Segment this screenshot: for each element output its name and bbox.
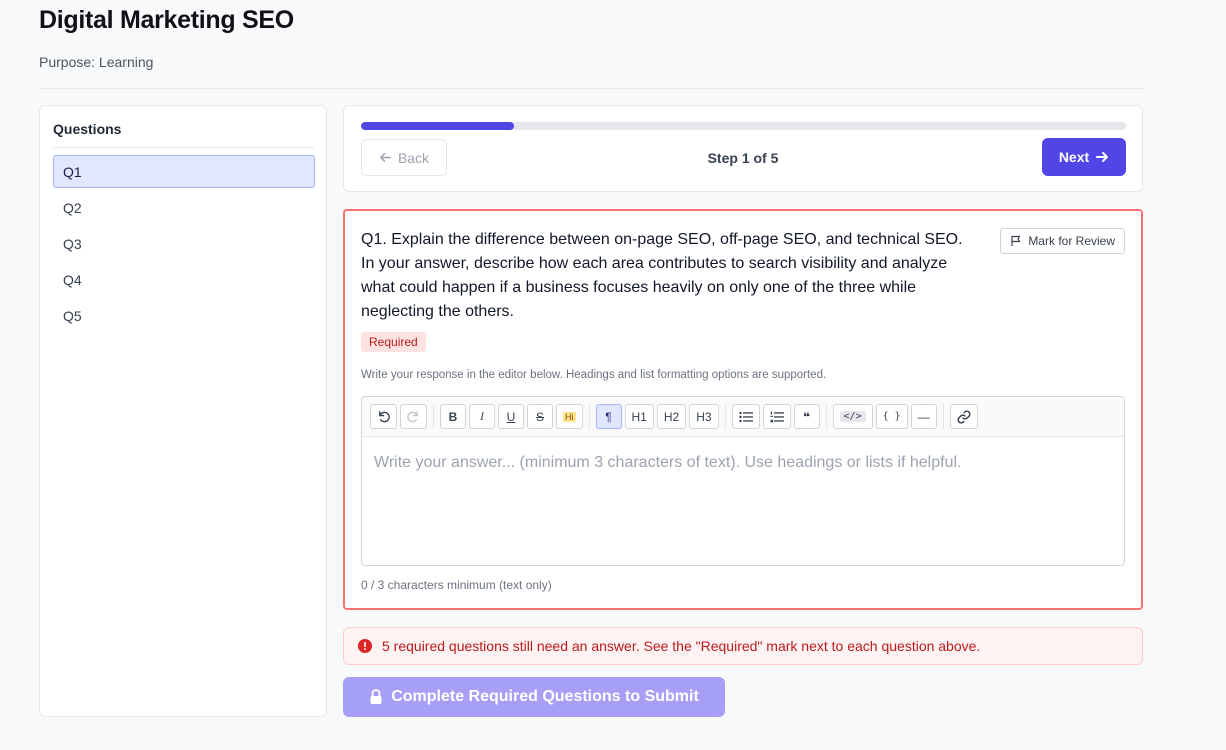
redo-button[interactable] [400,404,427,429]
sidebar-item-q4[interactable]: Q4 [53,263,315,296]
progress-fill [361,122,514,130]
flag-icon [1011,235,1021,246]
question-list: Q1 Q2 Q3 Q4 Q5 [53,155,315,335]
step-navigation: Back Step 1 of 5 Next [343,105,1143,192]
link-button[interactable] [949,404,978,429]
underline-button[interactable]: U [498,404,524,429]
mark-for-review-label: Mark for Review [1028,234,1115,248]
mark-for-review-button[interactable]: Mark for Review [1000,228,1125,254]
page-title: Digital Marketing SEO [39,6,294,34]
undo-button[interactable] [370,404,397,429]
question-text: Q1. Explain the difference between on-pa… [361,231,963,320]
header-divider [39,88,1143,89]
editor-toolbar: B I U S Hi ¶ H1 H2 H3 ❝ </> { } — [362,397,1124,437]
toolbar-separator [825,404,827,429]
code-block-button[interactable]: { } [875,404,908,429]
alert-circle-icon [358,639,372,653]
heading-1-button[interactable]: H1 [624,404,654,429]
undo-icon [379,411,390,423]
strikethrough-button[interactable]: S [527,404,553,429]
highlight-button[interactable]: Hi [556,404,583,429]
italic-button[interactable]: I [469,404,495,429]
alert-message: 5 required questions still need an answe… [382,638,981,654]
blockquote-button[interactable]: ❝ [793,404,820,429]
rich-text-editor: B I U S Hi ¶ H1 H2 H3 ❝ </> { } — Write … [361,396,1125,566]
highlight-label: Hi [563,411,576,422]
paragraph-button[interactable]: ¶ [595,404,622,429]
required-questions-alert: 5 required questions still need an answe… [343,627,1143,665]
sidebar-item-q3[interactable]: Q3 [53,227,315,260]
character-count: 0 / 3 characters minimum (text only) [361,578,552,592]
answer-editor-input[interactable]: Write your answer... (minimum 3 characte… [362,437,1124,489]
questions-sidebar: Questions Q1 Q2 Q3 Q4 Q5 [39,105,327,717]
toolbar-separator [588,404,590,429]
bold-button[interactable]: B [440,404,466,429]
sidebar-item-q1[interactable]: Q1 [53,155,315,188]
submit-button[interactable]: Complete Required Questions to Submit [343,677,725,717]
toolbar-separator [942,404,944,429]
link-icon [957,409,971,424]
bullet-list-icon [738,411,753,422]
required-badge: Required [361,332,426,352]
horizontal-rule-button[interactable]: — [910,404,937,429]
next-button-label: Next [1058,149,1090,165]
lock-icon [370,689,382,704]
purpose-label: Purpose: Learning [39,54,154,70]
sidebar-item-q2[interactable]: Q2 [53,191,315,224]
inline-code-label: </> [839,411,866,422]
progress-bar [361,122,1126,130]
next-button[interactable]: Next [1042,138,1126,176]
sidebar-title: Questions [53,121,122,137]
heading-2-button[interactable]: H2 [656,404,687,429]
inline-code-button[interactable]: </> [832,404,873,429]
sidebar-divider [53,147,314,148]
arrow-right-icon [1096,152,1109,162]
ordered-list-icon [770,411,784,422]
step-indicator: Step 1 of 5 [707,150,779,166]
heading-3-button[interactable]: H3 [689,404,719,429]
submit-button-label: Complete Required Questions to Submit [391,688,699,705]
question-card: Q1. Explain the difference between on-pa… [343,209,1143,610]
redo-icon [407,411,418,423]
editor-hint: Write your response in the editor below.… [361,369,827,381]
bullet-list-button[interactable] [731,404,760,429]
toolbar-separator [433,404,434,429]
sidebar-item-q5[interactable]: Q5 [53,299,315,332]
ordered-list-button[interactable] [762,404,791,429]
toolbar-separator [724,404,726,429]
